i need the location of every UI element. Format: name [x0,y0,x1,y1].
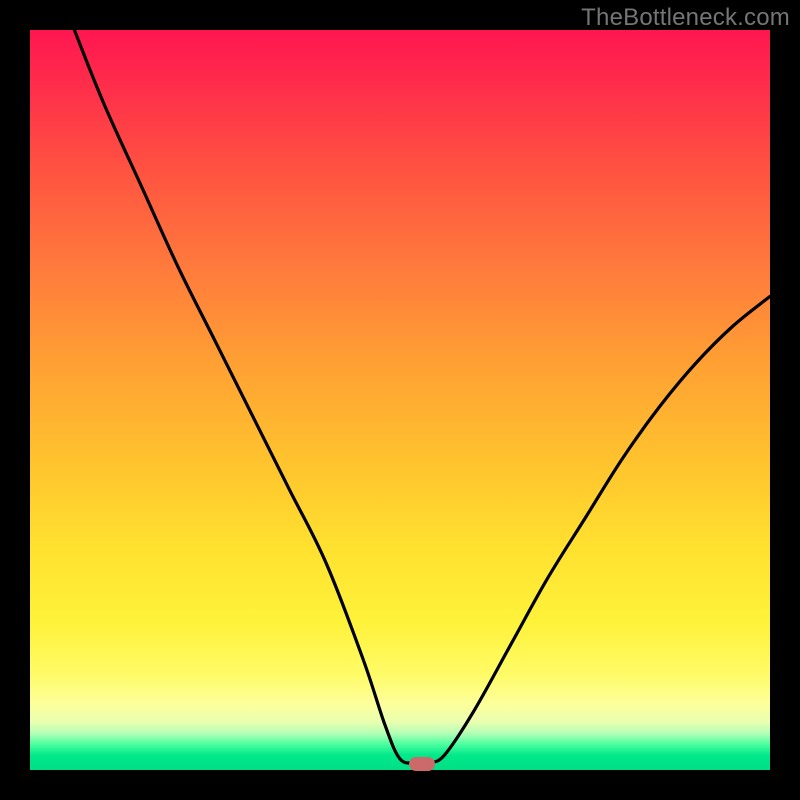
min-point-marker [409,757,435,771]
chart-frame: TheBottleneck.com [0,0,800,800]
curve-svg [30,30,770,770]
watermark-text: TheBottleneck.com [581,4,790,32]
bottleneck-curve-left [74,30,414,763]
bottleneck-curve-right [430,296,770,762]
plot-area [30,30,770,770]
